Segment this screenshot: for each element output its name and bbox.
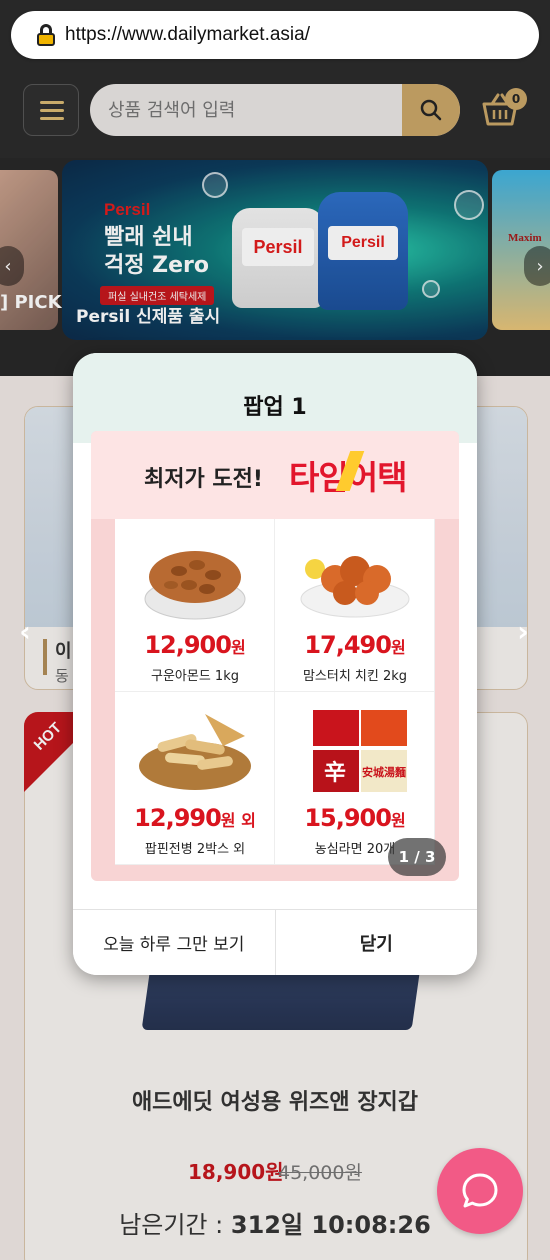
address-bar[interactable]: https://www.dailymarket.asia/: [11, 11, 539, 59]
chevron-right-icon: ›: [517, 614, 529, 648]
promo-product-grid: 12,900원 구운아몬드 1kg 17,490원 맘스터치 치킨 2kg 12…: [115, 519, 435, 865]
popup-footer: 오늘 하루 그만 보기 닫기: [73, 909, 477, 975]
promo-item[interactable]: 17,490원 맘스터치 치킨 2kg: [275, 519, 435, 692]
menu-button[interactable]: [23, 84, 79, 136]
search-icon: [420, 99, 442, 121]
svg-text:辛: 辛: [324, 760, 346, 786]
banner-prev-button[interactable]: ‹: [0, 246, 24, 286]
almond-bowl-icon: [144, 551, 246, 620]
search-bar: [90, 84, 460, 136]
popup-pager: 1 / 3: [388, 838, 446, 876]
promo-item[interactable]: 12,900원 구운아몬드 1kg: [115, 519, 275, 692]
fried-chicken-icon: [300, 556, 410, 618]
banner-slide-persil[interactable]: Persil 빨래 쉰내 걱정 Zero Persil Persil 퍼실 실내…: [62, 160, 488, 340]
promo-image[interactable]: 최저가 도전! 타임어택 12,900원 구운아몬드 1kg: [91, 431, 459, 881]
original-price: 45,000원: [278, 1162, 362, 1184]
banner-next-button[interactable]: ›: [524, 246, 550, 286]
search-input[interactable]: [90, 84, 390, 136]
cart-count-badge: 0: [505, 88, 527, 110]
search-button[interactable]: [402, 84, 460, 136]
detergent-pouch-image: Persil: [232, 208, 324, 308]
chat-bubble-icon: [462, 1173, 498, 1208]
sale-price: 18,900원: [188, 1160, 284, 1184]
promo-item[interactable]: 12,990원 외 팝핀전병 2박스 외: [115, 692, 275, 865]
rice-cracker-icon: [139, 714, 251, 790]
product-title[interactable]: 애드에딧 여성용 위즈앤 장지갑: [0, 1084, 550, 1116]
svg-text:安城湯麵: 安城湯麵: [362, 765, 406, 779]
dismiss-today-button[interactable]: 오늘 하루 그만 보기: [73, 910, 275, 975]
close-button[interactable]: 닫기: [274, 910, 477, 975]
popup-title: 팝업 1: [243, 395, 307, 420]
ramen-pack-icon: 辛 安城湯麵: [313, 710, 407, 792]
promo-title: 최저가 도전!: [144, 467, 263, 492]
detergent-bottle-image: Persil: [318, 192, 408, 310]
url-text: https://www.dailymarket.asia/: [65, 24, 310, 45]
banner-subtitle: Persil 신제품 출시: [76, 307, 221, 327]
banner-headline: 빨래 쉰내 걱정 Zero: [104, 225, 209, 278]
banner-brand: Persil: [104, 200, 151, 219]
banner-prev-caption: ] PICK: [0, 292, 62, 313]
popup-prev-button[interactable]: ‹: [10, 614, 40, 648]
chevron-left-icon: ‹: [19, 614, 31, 648]
chat-button[interactable]: [437, 1148, 523, 1234]
chevron-right-icon: ›: [536, 255, 544, 277]
chevron-left-icon: ‹: [4, 255, 12, 277]
lock-icon: [37, 24, 55, 46]
popup-next-button[interactable]: ›: [508, 614, 538, 648]
promo-popup: 팝업 1 최저가 도전! 타임어택 12,900원 구운아몬드 1kg: [73, 353, 477, 975]
